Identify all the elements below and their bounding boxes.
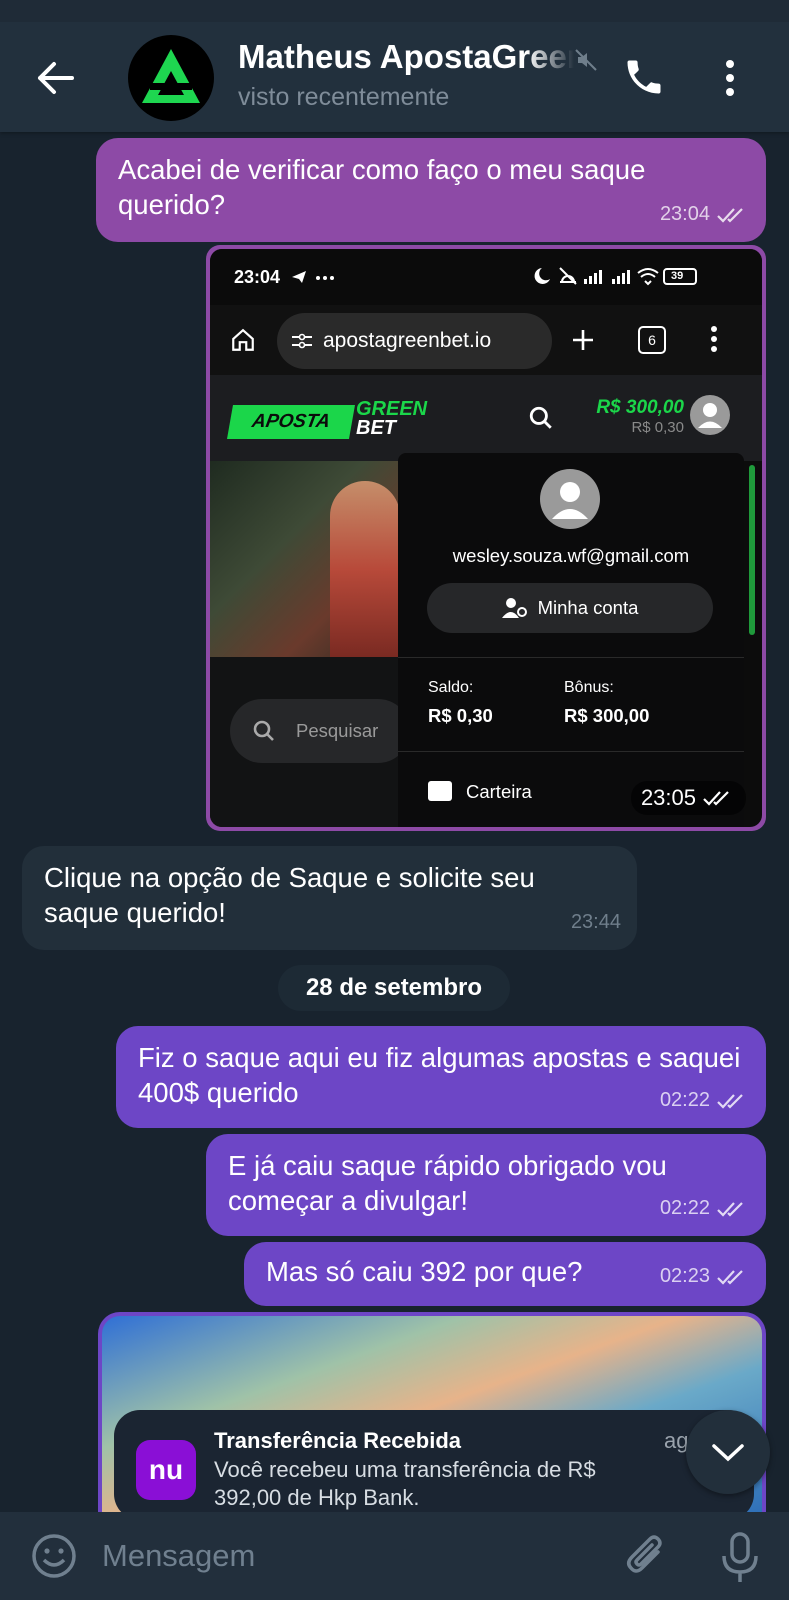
phone-status-bar: 23:04 39 (210, 249, 762, 305)
message-text: Fiz o saque aqui eu fiz algumas apostas … (138, 1042, 741, 1108)
search-placeholder: Pesquisar (296, 720, 379, 741)
browser-menu-icon[interactable] (710, 325, 718, 353)
message-outgoing[interactable]: Mas só caiu 392 por que? 02:23 (244, 1242, 766, 1306)
user-avatar-icon[interactable] (690, 395, 730, 435)
message-image[interactable]: 23:04 39 apostagreenbet.io 6 APOSTA GREE… (206, 245, 766, 831)
user-settings-icon (501, 598, 527, 618)
divider (398, 657, 744, 658)
message-input[interactable] (100, 1530, 584, 1582)
last-seen-status: visto recentemente (238, 83, 450, 111)
microphone-icon[interactable] (718, 1530, 762, 1586)
double-check-icon (717, 1093, 743, 1109)
message-composer (0, 1512, 789, 1600)
message-time: 02:22 (659, 1089, 710, 1111)
date-separator: 28 de setembro (278, 965, 510, 1011)
balance-main: R$ 300,00 (596, 397, 684, 418)
status-bar (0, 0, 789, 22)
contact-avatar[interactable] (128, 35, 214, 121)
back-arrow-icon[interactable] (30, 58, 80, 98)
wallet-icon (428, 781, 452, 801)
chevron-down-icon (712, 1444, 744, 1462)
message-meta: 02:22 (660, 1083, 750, 1118)
message-text: E já caiu saque rápido obrigado vou come… (228, 1150, 667, 1216)
attach-paperclip-icon[interactable] (622, 1530, 670, 1582)
notification-body: Você recebeu uma transferência de R$ 392… (214, 1457, 596, 1510)
more-vert-icon[interactable] (722, 56, 738, 100)
dropdown-avatar-icon (540, 469, 600, 529)
message-meta: 02:22 (660, 1191, 750, 1226)
site-logo[interactable]: APOSTA (227, 405, 355, 439)
message-time: 02:22 (659, 1197, 710, 1219)
site-search-input[interactable]: Pesquisar (230, 699, 410, 763)
double-check-icon (703, 791, 729, 806)
search-icon[interactable] (528, 405, 554, 431)
screenshot-image[interactable]: 23:04 39 apostagreenbet.io 6 APOSTA GREE… (210, 249, 762, 827)
my-account-button[interactable]: Minha conta (427, 583, 713, 633)
saldo-label: Saldo: (428, 679, 474, 696)
browser-toolbar: apostagreenbet.io 6 (210, 305, 762, 375)
double-check-icon (717, 207, 743, 223)
message-time: 02:23 (659, 1265, 710, 1287)
notification-card[interactable]: nu Transferência Recebida ag Você recebe… (114, 1410, 754, 1512)
account-dropdown: wesley.souza.wf@gmail.com Minha conta Sa… (398, 453, 744, 827)
message-outgoing[interactable]: Fiz o saque aqui eu fiz algumas apostas … (116, 1026, 766, 1128)
message-text: Clique na opção de Saque e solicite seu … (44, 862, 535, 928)
search-icon (253, 720, 274, 741)
message-meta: 23:44 (571, 905, 621, 940)
notification-title: Transferência Recebida (214, 1428, 462, 1453)
message-outgoing[interactable]: E já caiu saque rápido obrigado vou come… (206, 1134, 766, 1236)
aposta-logo-icon (142, 49, 200, 103)
casino-banner[interactable] (210, 461, 400, 657)
site-settings-icon (292, 333, 312, 349)
phone-icon[interactable] (622, 55, 666, 99)
wallet-menu-item[interactable]: Carteira (466, 781, 532, 803)
bonus-label: Bônus: (564, 679, 614, 696)
scroll-down-button[interactable] (686, 1410, 770, 1494)
battery-level: 39 (671, 270, 684, 282)
url-text: apostagreenbet.io (323, 329, 492, 352)
home-icon[interactable] (230, 327, 256, 353)
site-header: APOSTA GREEN BET R$ 300,00 R$ 0,30 (210, 375, 762, 461)
divider (398, 751, 744, 752)
telegram-notif-icon (292, 271, 334, 283)
my-account-label: Minha conta (537, 597, 639, 618)
message-time: 23:44 (570, 911, 621, 933)
message-incoming[interactable]: Clique na opção de Saque e solicite seu … (22, 846, 637, 950)
site-search-area: Pesquisar (210, 657, 410, 827)
emoji-icon[interactable] (30, 1532, 78, 1580)
double-check-icon (717, 1201, 743, 1217)
chat-header: Matheus ApostaGreenBet visto recentement… (0, 0, 789, 132)
nubank-logo: nu (136, 1440, 196, 1500)
bonus-value: R$ 300,00 (564, 705, 650, 726)
logo-bet-text: BET (356, 417, 396, 439)
balance-sub: R$ 0,30 (631, 419, 684, 436)
new-tab-plus-icon[interactable] (570, 327, 596, 353)
tab-count[interactable]: 6 (638, 326, 666, 354)
phone-time: 23:04 (234, 267, 281, 287)
message-text: Acabei de verificar como faço o meu saqu… (118, 154, 646, 220)
message-time: 23:05 (640, 785, 696, 810)
user-email: wesley.souza.wf@gmail.com (452, 545, 690, 566)
notification-time: ag (664, 1428, 689, 1453)
message-time: 23:04 (659, 203, 710, 225)
banner-dealer (330, 481, 400, 657)
url-bar[interactable]: apostagreenbet.io (277, 313, 552, 369)
message-image[interactable]: nu Transferência Recebida ag Você recebe… (98, 1312, 766, 1512)
message-meta: 02:23 (660, 1259, 750, 1294)
muted-icon (574, 48, 598, 72)
dropdown-scrollbar[interactable] (749, 465, 755, 635)
saldo-value: R$ 0,30 (428, 705, 493, 726)
message-outgoing[interactable]: Acabei de verificar como faço o meu saqu… (96, 138, 766, 242)
double-check-icon (717, 1269, 743, 1285)
chat-title[interactable]: Matheus ApostaGreenBet (238, 38, 574, 76)
message-meta: 23:04 (660, 197, 750, 232)
image-meta: 23:05 (630, 781, 746, 815)
